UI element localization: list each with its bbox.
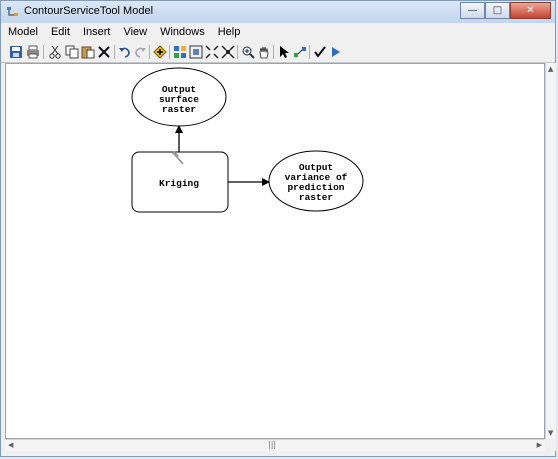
- scroll-grip[interactable]: |||: [268, 440, 276, 449]
- node-output-surface-raster[interactable]: Output surface raster: [131, 67, 227, 127]
- undo-icon[interactable]: [118, 45, 132, 59]
- delete-icon[interactable]: [97, 45, 111, 59]
- print-icon[interactable]: [26, 45, 40, 59]
- zoom-out-fixed-icon[interactable]: [221, 45, 235, 59]
- minimize-button[interactable]: —: [460, 2, 485, 19]
- full-extent-icon[interactable]: [189, 45, 203, 59]
- node-label-line: raster: [299, 192, 334, 203]
- add-data-icon[interactable]: [153, 45, 167, 59]
- toolbar-separator: [169, 45, 170, 59]
- close-button[interactable]: ✕: [510, 2, 551, 19]
- menu-insert[interactable]: Insert: [76, 23, 117, 42]
- select-icon[interactable]: [277, 45, 291, 59]
- menu-bar: Model Edit Insert View Windows Help: [1, 23, 555, 42]
- redo-icon[interactable]: [133, 45, 147, 59]
- menu-view[interactable]: View: [116, 23, 153, 42]
- scrollbar-corner: [545, 439, 556, 451]
- maximize-button[interactable]: □: [485, 2, 510, 19]
- node-label-line: raster: [162, 104, 197, 115]
- paste-icon[interactable]: [81, 45, 95, 59]
- toolbar-separator: [309, 45, 310, 59]
- vertical-scrollbar[interactable]: ▲ ▼: [545, 63, 556, 439]
- model-diagram: Output surface raster Kriging Output var…: [131, 67, 364, 213]
- window-controls: — □ ✕: [460, 2, 551, 20]
- model-app-icon: [7, 7, 18, 16]
- toolbar: [1, 42, 555, 63]
- scroll-left-icon[interactable]: ◀: [8, 441, 13, 449]
- menu-model[interactable]: Model: [1, 23, 44, 42]
- validate-icon[interactable]: [313, 45, 327, 59]
- zoom-in-fixed-icon[interactable]: [205, 45, 219, 59]
- node-label-line: Kriging: [159, 178, 199, 189]
- node-output-variance-raster[interactable]: Output variance of prediction raster: [268, 150, 364, 212]
- copy-icon[interactable]: [65, 45, 79, 59]
- model-window: ContourServiceTool Model — □ ✕ Model Edi…: [0, 0, 556, 457]
- horizontal-scrollbar[interactable]: ◀ ||| ▶: [5, 439, 545, 451]
- toolbar-separator: [43, 45, 44, 59]
- scroll-up-icon[interactable]: ▲: [548, 65, 553, 73]
- scroll-down-icon[interactable]: ▼: [548, 429, 553, 437]
- auto-layout-icon[interactable]: [173, 45, 187, 59]
- window-title: ContourServiceTool Model: [24, 5, 154, 17]
- menu-windows[interactable]: Windows: [153, 23, 211, 42]
- zoom-in-icon[interactable]: [241, 45, 255, 59]
- menu-edit[interactable]: Edit: [44, 23, 76, 42]
- toolbar-separator: [114, 45, 115, 59]
- toolbar-separator: [273, 45, 274, 59]
- toolbar-separator: [149, 45, 150, 59]
- pan-icon[interactable]: [257, 45, 271, 59]
- scroll-right-icon[interactable]: ▶: [537, 441, 542, 449]
- run-icon[interactable]: [329, 45, 343, 59]
- toolbar-separator: [237, 45, 238, 59]
- save-icon[interactable]: [9, 45, 23, 59]
- model-canvas[interactable]: Output surface raster Kriging Output var…: [5, 63, 545, 439]
- menu-help[interactable]: Help: [211, 23, 247, 42]
- title-bar[interactable]: ContourServiceTool Model — □ ✕: [1, 1, 555, 23]
- connect-icon[interactable]: [293, 45, 307, 59]
- cut-icon[interactable]: [48, 45, 62, 59]
